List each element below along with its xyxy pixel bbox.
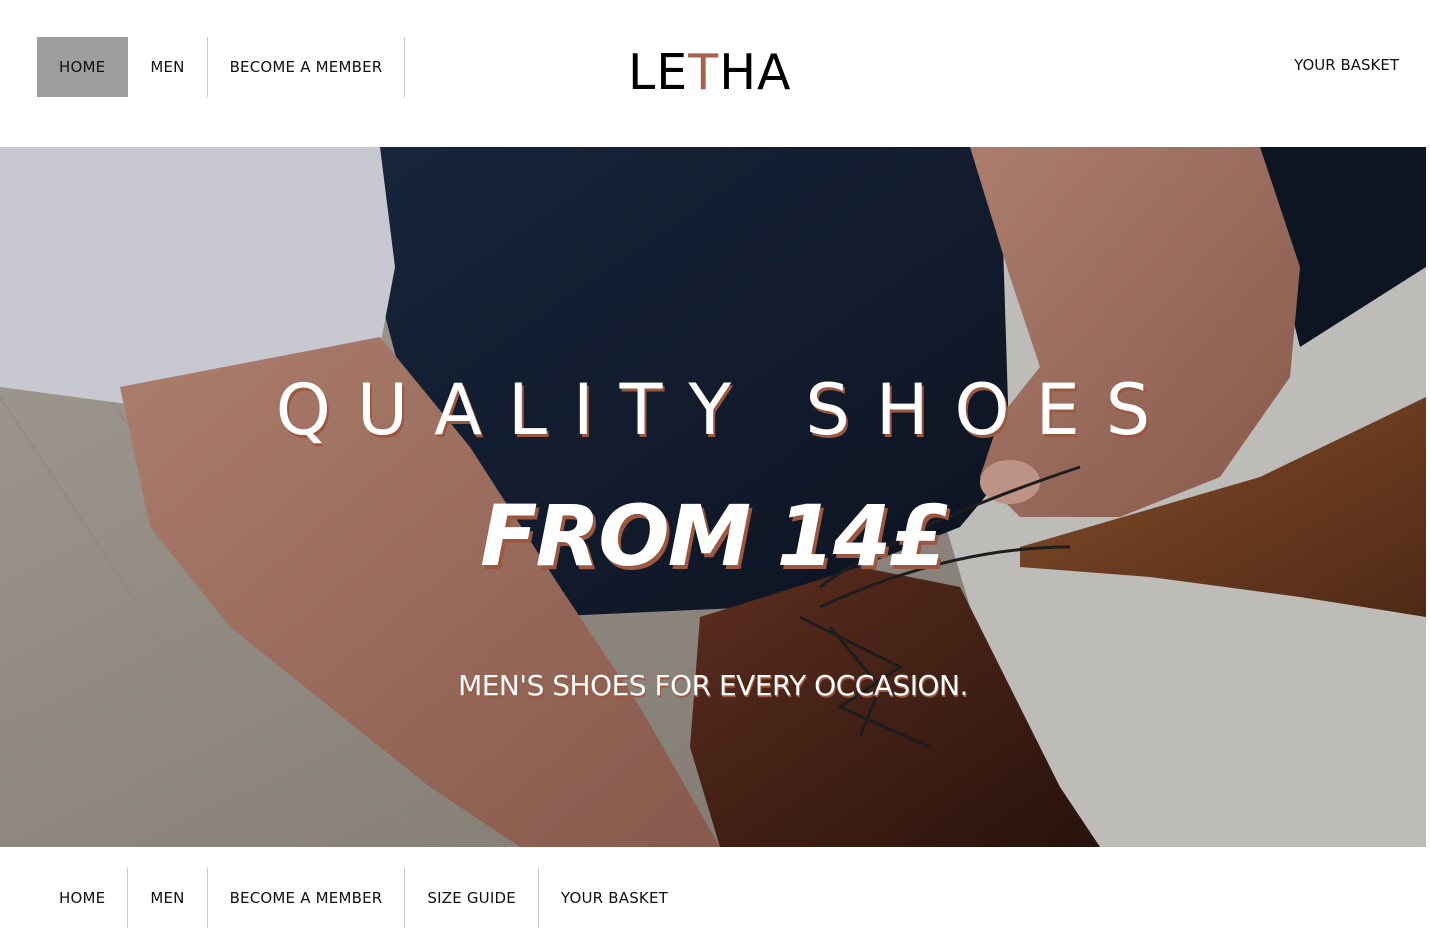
- site-header: HOME MEN BECOME A MEMBER LETHA YOUR BASK…: [0, 0, 1430, 147]
- hero-subtitle: MEN'S SHOES FOR EVERY OCCASION.: [458, 669, 968, 702]
- bottom-nav-home[interactable]: HOME: [37, 868, 129, 928]
- top-nav-men[interactable]: MEN: [128, 37, 208, 97]
- bottom-nav-size-guide[interactable]: SIZE GUIDE: [405, 868, 539, 928]
- hero-title: QUALITY SHOES: [275, 369, 1177, 451]
- basket-link-top[interactable]: YOUR BASKET: [1294, 37, 1399, 93]
- bottom-nav-basket[interactable]: YOUR BASKET: [539, 868, 690, 928]
- top-nav-become-member[interactable]: BECOME A MEMBER: [208, 37, 406, 97]
- hero-price: FROM 14£: [480, 487, 948, 585]
- bottom-nav-become-member[interactable]: BECOME A MEMBER: [208, 868, 406, 928]
- top-nav-home[interactable]: HOME: [37, 37, 129, 97]
- logo-part-1: LE: [628, 44, 689, 101]
- bottom-nav-men[interactable]: MEN: [128, 868, 208, 928]
- bottom-nav: HOME MEN BECOME A MEMBER SIZE GUIDE YOUR…: [37, 868, 690, 928]
- page-edge: [1426, 147, 1430, 944]
- logo-part-2: HA: [719, 44, 792, 101]
- top-nav: HOME MEN BECOME A MEMBER: [37, 37, 406, 97]
- site-logo[interactable]: LETHA: [628, 46, 792, 100]
- hero-banner: QUALITY SHOES FROM 14£ MEN'S SHOES FOR E…: [0, 147, 1426, 847]
- logo-accent-letter: T: [688, 44, 720, 101]
